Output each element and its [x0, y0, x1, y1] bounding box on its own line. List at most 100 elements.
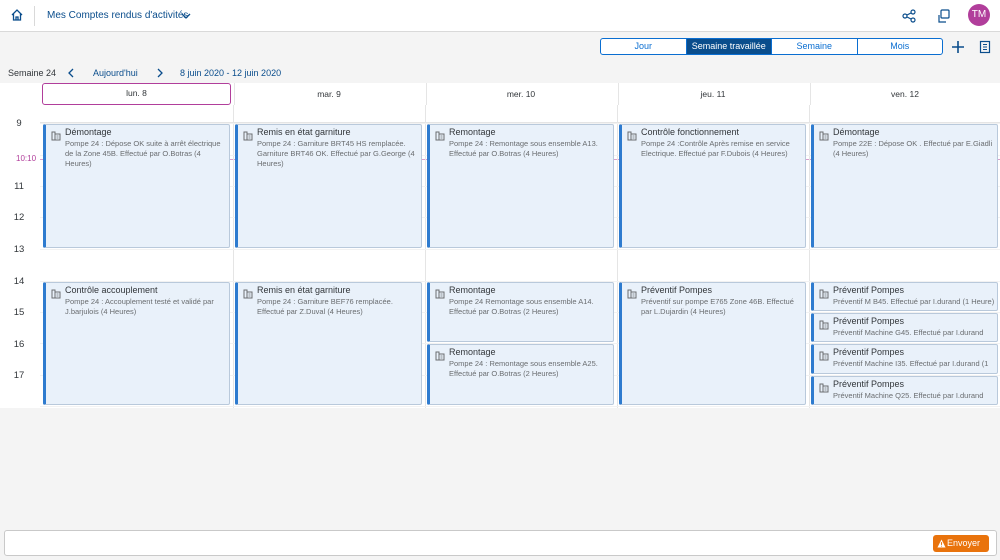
hour-label: 13	[13, 244, 25, 255]
send-button[interactable]: Envoyer	[933, 535, 989, 552]
day-header-3[interactable]: jeu. 11	[618, 83, 807, 105]
appointment-title: Préventif Pompes	[833, 347, 905, 357]
week-calendar: 10:10 lun. 8 mar. 9 mer. 10 jeu. 11 ven. 12 9…	[0, 83, 1000, 408]
day-divider	[617, 105, 618, 408]
user-avatar[interactable]: TM	[968, 4, 990, 26]
hour-label: 16	[13, 339, 25, 350]
day-header-0[interactable]: lun. 8	[42, 83, 231, 105]
home-icon[interactable]	[10, 8, 24, 22]
appointment[interactable]: Préventif Pompes Préventif Machine I35. E…	[811, 344, 998, 374]
app-title[interactable]: Mes Comptes rendus d'activités	[47, 10, 188, 21]
current-time-label: 10:10	[16, 154, 37, 163]
chevron-right-icon[interactable]	[156, 68, 164, 78]
building-icon	[819, 317, 829, 330]
appointment[interactable]: Contrôle fonctionnement Pompe 24 :Contrôl…	[619, 124, 806, 248]
add-icon[interactable]	[951, 40, 965, 54]
appointment-description: Préventif M B45. Effectué par I.durand (…	[833, 297, 995, 306]
building-icon	[435, 128, 445, 141]
view-tab-2[interactable]: Semaine	[772, 39, 858, 54]
building-icon	[435, 348, 445, 361]
day-divider	[233, 105, 234, 408]
appointment-title: Contrôle fonctionnement	[641, 127, 740, 137]
appointment[interactable]: Remis en état garniture Pompe 24 : Garnit…	[235, 282, 422, 405]
appointment-title: Préventif Pompes	[833, 379, 905, 389]
appointment-title: Préventif Pompes	[833, 316, 905, 326]
view-tab-0[interactable]: Jour	[601, 39, 687, 54]
day-divider	[425, 105, 426, 408]
view-tab-3[interactable]: Mois	[858, 39, 943, 54]
appointment-description: Pompe 24 Remontage sous ensemble A14. Ef…	[449, 297, 594, 316]
appointment-title: Préventif Pompes	[833, 285, 905, 295]
appointment-title: Remis en état garniture	[257, 285, 351, 295]
appointment[interactable]: Préventif Pompes Préventif Machine Q25. E…	[811, 376, 998, 405]
share-icon[interactable]	[902, 9, 916, 23]
appointment[interactable]: Remis en état garniture Pompe 24 : Garnit…	[235, 124, 422, 248]
building-icon	[819, 286, 829, 299]
appointment-description: Préventif Machine I35. Effectué par I.du…	[833, 359, 989, 368]
hour-gridline	[40, 249, 1000, 250]
appointment[interactable]: Préventif Pompes Préventif M B45. Effectu…	[811, 282, 998, 311]
appointment[interactable]: Préventif Pompes Préventif sur pompe E765…	[619, 282, 806, 405]
appointment-title: Remontage	[449, 347, 496, 357]
day-header-4[interactable]: ven. 12	[810, 83, 999, 105]
appointment-title: Remontage	[449, 285, 496, 295]
copilot-icon[interactable]	[937, 9, 951, 23]
appointment-description: Préventif Machine Q25. Effectué par I.du…	[833, 391, 984, 400]
view-switcher: Jour Semaine travaillée Semaine Mois	[600, 38, 943, 55]
building-icon	[51, 128, 61, 141]
appointment-description: Pompe 22E : Dépose OK . Effectué par E.G…	[833, 139, 993, 158]
hour-label: 14	[13, 276, 25, 287]
appointment-title: Démontage	[65, 127, 112, 137]
warning-icon	[937, 539, 946, 548]
appointment[interactable]: Préventif Pompes Préventif Machine G45. E…	[811, 313, 998, 342]
view-tab-1[interactable]: Semaine travaillée	[686, 39, 772, 54]
appointment[interactable]: Démontage Pompe 24 : Dépose OK suite à ar…	[43, 124, 230, 248]
all-day-row	[40, 105, 1000, 123]
week-label: Semaine 24	[8, 68, 57, 78]
hour-label: 17	[13, 370, 25, 381]
hour-label: 9	[16, 118, 22, 129]
today-button[interactable]: Aujourd'hui	[93, 68, 138, 78]
appointment[interactable]: Démontage Pompe 22E : Dépose OK . Effectu…	[811, 124, 998, 248]
appointment-description: Pompe 24 : Remontage sous ensemble A13. …	[449, 139, 598, 158]
day-divider	[809, 105, 810, 408]
appointment-description: Pompe 24 : Dépose OK suite à arrêt élect…	[65, 139, 221, 168]
appointment-description: Pompe 24 : Accouplement testé et validé …	[65, 297, 214, 316]
building-icon	[51, 286, 61, 299]
day-header-2[interactable]: mer. 10	[426, 83, 615, 105]
appointment[interactable]: Remontage Pompe 24 Remontage sous ensembl…	[427, 282, 614, 342]
chevron-down-icon[interactable]	[181, 11, 191, 21]
building-icon	[243, 286, 253, 299]
building-icon	[819, 128, 829, 141]
hour-label: 11	[14, 181, 24, 192]
day-header-1[interactable]: mar. 9	[234, 83, 423, 105]
shell-separator	[34, 6, 35, 26]
appointment-title: Préventif Pompes	[641, 285, 713, 295]
building-icon	[627, 128, 637, 141]
chevron-left-icon[interactable]	[67, 68, 75, 78]
appointment[interactable]: Remontage Pompe 24 : Remontage sous ensem…	[427, 124, 614, 248]
building-icon	[819, 380, 829, 393]
hour-label: 15	[13, 307, 25, 318]
appointment[interactable]: Contrôle accouplement Pompe 24 : Accouple…	[43, 282, 230, 405]
appointment-title: Démontage	[833, 127, 880, 137]
building-icon	[435, 286, 445, 299]
send-label: Envoyer	[947, 538, 981, 548]
date-range-picker[interactable]: 8 juin 2020 - 12 juin 2020	[180, 68, 281, 78]
appointment[interactable]: Remontage Pompe 24 : Remontage sous ensem…	[427, 344, 614, 405]
appointment-title: Contrôle accouplement	[65, 285, 158, 295]
calendar-navigation: Semaine 24 Aujourd'hui 8 juin 2020 - 12 …	[0, 64, 1000, 82]
appointment-description: Préventif Machine G45. Effectué par I.du…	[833, 328, 984, 337]
building-icon	[819, 348, 829, 361]
list-icon[interactable]	[978, 40, 992, 54]
appointment-title: Remis en état garniture	[257, 127, 351, 137]
appointment-title: Remontage	[449, 127, 496, 137]
appointment-description: Pompe 24 :Contrôle Après remise en servi…	[641, 139, 790, 158]
building-icon	[243, 128, 253, 141]
appointment-description: Pompe 24 : Garniture BRT45 HS remplacée.…	[257, 139, 415, 168]
appointment-description: Pompe 24 : Remontage sous ensemble A25. …	[449, 359, 598, 378]
appointment-description: Pompe 24 : Garniture BEF76 remplacée. Ef…	[257, 297, 393, 316]
shell-bar: Mes Comptes rendus d'activités TM	[0, 0, 1000, 32]
hour-label: 12	[13, 212, 25, 223]
footer-bar	[4, 530, 997, 556]
